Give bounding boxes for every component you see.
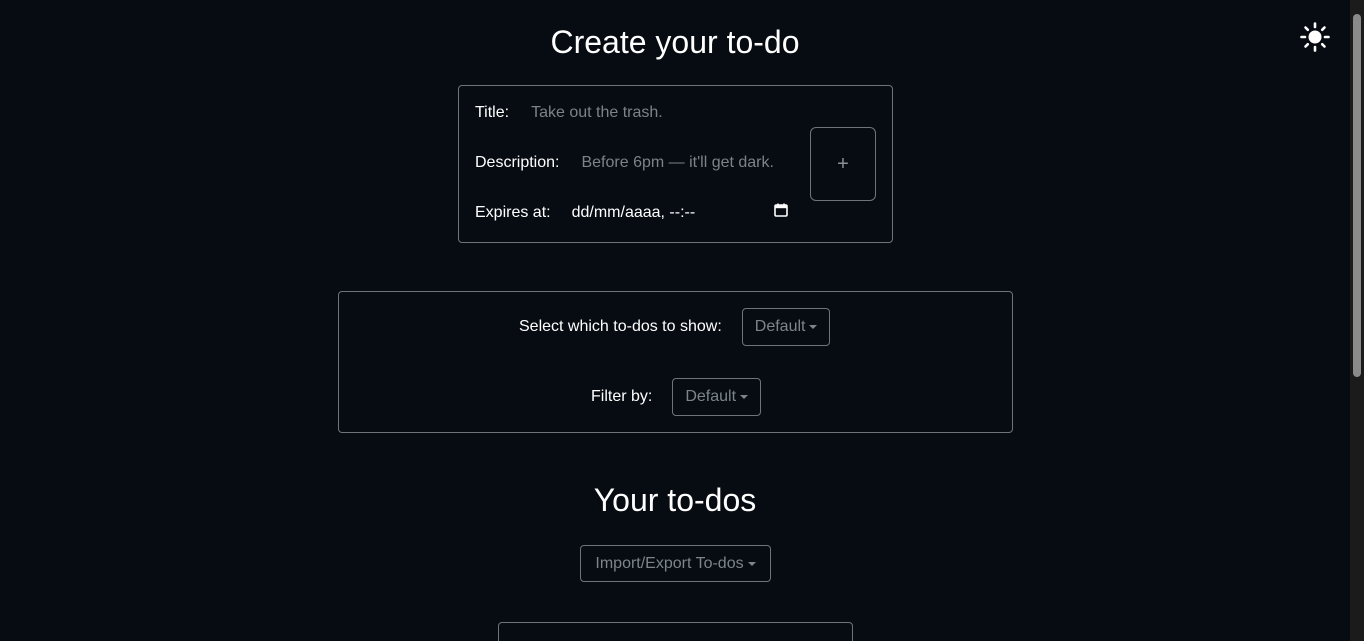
description-input[interactable]: Before 6pm — it'll get dark. bbox=[581, 154, 773, 172]
filter-label: Filter by: bbox=[591, 388, 653, 405]
calendar-icon[interactable] bbox=[774, 203, 788, 222]
sun-icon bbox=[1300, 22, 1330, 52]
theme-toggle-button[interactable] bbox=[1298, 20, 1332, 54]
chevron-down-icon bbox=[747, 561, 756, 566]
show-dropdown[interactable]: Default bbox=[741, 308, 831, 346]
expires-label: Expires at: bbox=[475, 203, 551, 221]
chevron-down-icon bbox=[740, 395, 749, 399]
page: Create your to-do Title: Take out the tr… bbox=[0, 0, 1364, 641]
create-todo-form: Title: Take out the trash. Description: … bbox=[458, 85, 893, 243]
filter-panel: Select which to-dos to show: Default Fil… bbox=[338, 291, 1013, 433]
show-row: Select which to-dos to show: Default bbox=[519, 308, 831, 346]
add-todo-button[interactable]: + bbox=[810, 127, 876, 201]
description-row: Description: Before 6pm — it'll get dark… bbox=[475, 154, 774, 172]
description-label: Description: bbox=[475, 154, 560, 171]
expires-row: Expires at: dd/mm/aaaa, --:-- bbox=[475, 203, 788, 222]
filter-row: Filter by: Default bbox=[591, 378, 762, 416]
title-input[interactable]: Take out the trash. bbox=[531, 104, 663, 122]
filter-dropdown[interactable]: Default bbox=[672, 378, 762, 416]
title-row: Title: Take out the trash. bbox=[475, 104, 663, 122]
vertical-scrollbar[interactable] bbox=[1350, 0, 1364, 641]
import-export-label: Import/Export To-dos bbox=[595, 554, 744, 572]
show-dropdown-value: Default bbox=[754, 318, 806, 335]
create-heading: Create your to-do bbox=[550, 24, 800, 60]
todos-heading: Your to-dos bbox=[593, 482, 757, 518]
chevron-down-icon bbox=[809, 325, 818, 329]
filter-dropdown-value: Default bbox=[685, 388, 737, 405]
todo-list-card bbox=[498, 622, 853, 641]
scrollbar-thumb[interactable] bbox=[1353, 14, 1361, 377]
title-label: Title: bbox=[475, 104, 510, 121]
expires-datetime-input[interactable]: dd/mm/aaaa, --:-- bbox=[572, 204, 696, 222]
import-export-dropdown[interactable]: Import/Export To-dos bbox=[580, 545, 771, 582]
show-label: Select which to-dos to show: bbox=[519, 318, 722, 335]
